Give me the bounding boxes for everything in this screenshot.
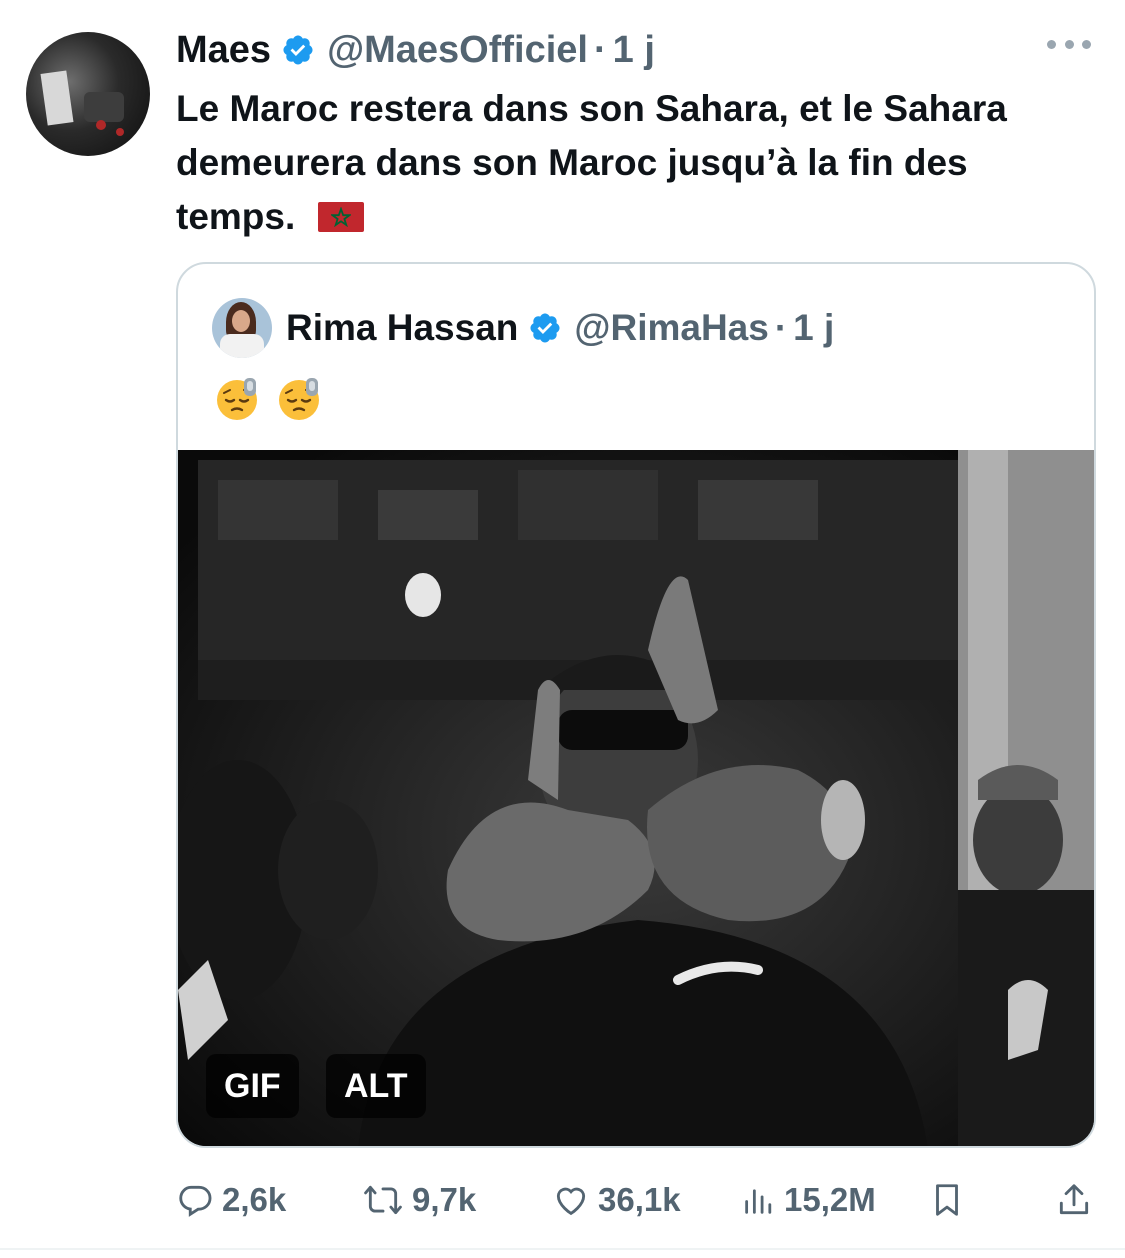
- verified-badge-icon: [281, 33, 315, 67]
- action-bar: 2,6k 9,7k 36,1k 15,2M: [176, 1172, 1096, 1228]
- verified-badge-icon: [528, 311, 562, 345]
- gif-frame-image: [178, 450, 1094, 1146]
- repost-count: 9,7k: [412, 1181, 477, 1218]
- share-button[interactable]: [1056, 1172, 1100, 1228]
- bookmark-icon: [936, 1184, 958, 1216]
- author-avatar[interactable]: [26, 32, 150, 156]
- separator-dot: ·: [774, 307, 788, 348]
- quoted-author-avatar[interactable]: [212, 298, 272, 358]
- heart-icon: [556, 1187, 586, 1216]
- tweet: Maes @MaesOfficiel · 1 j Le Maroc rester…: [0, 0, 1125, 1258]
- quoted-tweet[interactable]: Rima Hassan @RimaHas · 1 j GIF ALT: [176, 262, 1096, 1148]
- gif-media[interactable]: GIF ALT: [178, 450, 1094, 1146]
- views-button[interactable]: 15,2M: [742, 1172, 876, 1228]
- reply-button[interactable]: 2,6k: [176, 1172, 286, 1228]
- reply-count: 2,6k: [222, 1181, 287, 1218]
- divider: [0, 1248, 1125, 1250]
- pensive-face-emoji-icon: [214, 376, 260, 422]
- pensive-face-emoji-icon: [276, 376, 322, 422]
- author-name[interactable]: Maes: [176, 29, 271, 72]
- gif-badge: GIF: [206, 1054, 299, 1118]
- morocco-flag-icon: [317, 202, 364, 232]
- repost-icon: [364, 1185, 402, 1215]
- views-chart-icon: [745, 1189, 772, 1214]
- quoted-tweet-time[interactable]: 1 j: [793, 307, 834, 349]
- quoted-author-handle[interactable]: @RimaHas: [574, 307, 768, 349]
- bookmark-button[interactable]: [930, 1172, 972, 1228]
- tweet-header: Maes @MaesOfficiel · 1 j: [176, 26, 655, 74]
- author-handle[interactable]: @MaesOfficiel: [327, 29, 588, 72]
- tweet-text: Le Maroc restera dans son Sahara, et le …: [176, 82, 1076, 244]
- tweet-time[interactable]: 1 j: [613, 29, 655, 72]
- reply-icon: [179, 1185, 212, 1217]
- views-count: 15,2M: [784, 1181, 876, 1218]
- like-button[interactable]: 36,1k: [552, 1172, 681, 1228]
- more-options-icon[interactable]: [1047, 34, 1091, 54]
- share-icon: [1059, 1184, 1089, 1215]
- quoted-tweet-header: Rima Hassan @RimaHas · 1 j: [286, 304, 834, 352]
- like-count: 36,1k: [598, 1181, 681, 1218]
- separator-dot: ·: [593, 28, 607, 71]
- tweet-body: Le Maroc restera dans son Sahara, et le …: [176, 88, 1007, 237]
- quoted-tweet-text: [214, 376, 322, 426]
- repost-button[interactable]: 9,7k: [362, 1172, 476, 1228]
- quoted-author-name[interactable]: Rima Hassan: [286, 307, 518, 349]
- alt-text-button[interactable]: ALT: [326, 1054, 426, 1118]
